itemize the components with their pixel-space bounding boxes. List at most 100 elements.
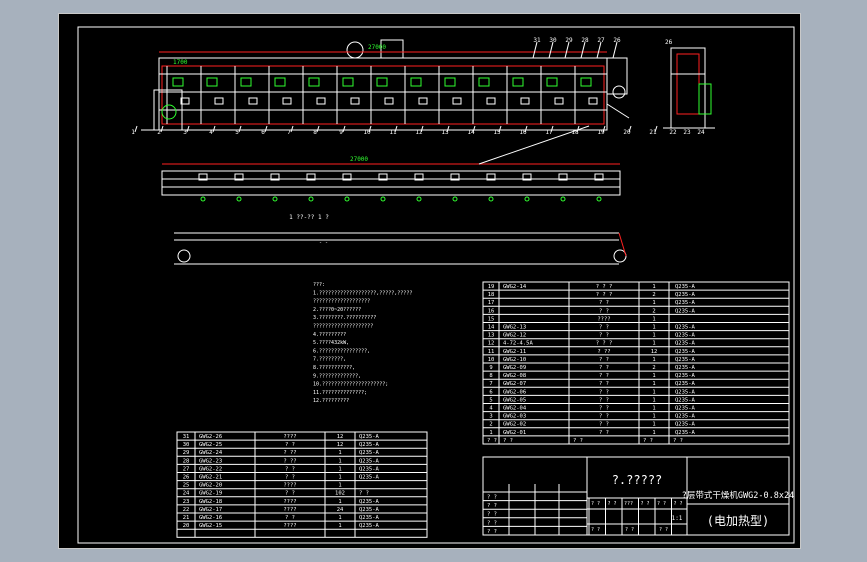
bom-right-mat: Q235-A <box>675 381 696 387</box>
bom-right-no: 4 <box>489 406 493 412</box>
heater-element <box>512 77 524 87</box>
plan-foot <box>596 196 602 202</box>
bom-left-code: GWG2-18 <box>199 499 222 505</box>
drawing-sheet: 27000 1700 1 2 3 4 5 6 7 8 9 10 11 12 13 14 15 16 17 18 19 20… <box>58 13 801 549</box>
leader-line <box>264 125 268 133</box>
bom-right-qty: 1 <box>652 397 655 403</box>
note-line: 11.??????????????; <box>313 390 367 396</box>
bom-left-mat: Q235-A <box>359 466 380 472</box>
plan-foot <box>524 196 530 202</box>
bom-left-no: 28 <box>183 458 190 464</box>
bom-left-name: ???? <box>283 499 296 505</box>
bom-right-header-qty: ? ? <box>643 438 653 444</box>
bom-right-name: ? ? <box>599 325 609 331</box>
leader-line <box>548 41 554 59</box>
bom-right-qty: 2 <box>652 308 655 314</box>
bom-right-no: 12 <box>488 341 495 347</box>
bom-left-mat: ? ? <box>359 491 369 497</box>
leader-line <box>580 41 586 59</box>
leader-line <box>596 41 602 59</box>
bom-right-code: GWG2-14 <box>503 284 527 290</box>
bom-right-mat: Q235-A <box>675 341 696 347</box>
callout-elev-6: 6 <box>261 129 265 136</box>
bom-left-qty: 1 <box>338 515 341 521</box>
bom-right-name: ? ? <box>599 333 609 339</box>
bom-right-name: ? ? ? <box>596 292 613 298</box>
elevation-view: 2700017001 2 3 4 5 6 7 8 9 10 11 12 13 14 15 16 17 18 19 20… <box>131 37 658 136</box>
cad-canvas: 2700017001 2 3 4 5 6 7 8 9 10 11 12 13 14 15 16 17 18 19 20… <box>77 26 795 544</box>
bom-right-no: 5 <box>489 397 492 403</box>
callout-top-27: 27 <box>597 37 605 44</box>
bom-left-qty: 12 <box>337 434 344 440</box>
callout-top-31: 31 <box>533 37 541 44</box>
bom-right-mat: Q235-A <box>675 373 696 379</box>
callout-elev-8: 8 <box>313 129 317 136</box>
dryer-frame <box>158 57 608 131</box>
bom-right-qty: 1 <box>652 316 655 322</box>
bom-right-qty: 1 <box>652 357 655 363</box>
title-block: ? ? ? ? ? ? ? ? ? ??.????? ? ? ? ???? ? ? ? ? ? ?… <box>482 456 794 536</box>
bom-right-code: GWG2-09 <box>503 365 526 371</box>
bom-left-name: ???? <box>283 507 296 513</box>
scale-label: ? ? <box>591 527 600 533</box>
bom-right-no: 11 <box>488 349 495 355</box>
heater-element <box>546 77 558 87</box>
fan-box <box>384 97 394 105</box>
callout-elev-3: 3 <box>183 129 187 136</box>
note-line: ???????????????????? <box>313 324 373 330</box>
bom-right-mat: Q235-A <box>675 389 696 395</box>
section-label: 1 ??-?? 1 ? <box>289 214 329 221</box>
leader-line <box>160 125 164 133</box>
bom-right-mat: Q235-A <box>675 430 696 436</box>
plan-foot <box>308 196 314 202</box>
callout-elev-1: 1 <box>131 129 135 136</box>
bom-left-no: 30 <box>183 442 190 448</box>
bom-left-no: 27 <box>183 466 190 472</box>
heater-element <box>410 77 422 87</box>
bom-left-name: ? ? <box>285 515 295 521</box>
callout-elev-4: 4 <box>209 129 213 136</box>
bom-left-mat: Q235-A <box>359 442 380 448</box>
callout-elev-14: 14 <box>467 129 475 136</box>
note-line: 4.????????? <box>313 332 346 338</box>
exhaust-fan <box>346 41 364 59</box>
callout-elev-17: 17 <box>545 129 553 136</box>
bom-right-qty: 1 <box>652 430 655 436</box>
fan-box <box>248 97 258 105</box>
bom-right-name: ? ? <box>599 430 609 436</box>
leader-line <box>612 41 618 59</box>
belt-dim <box>618 232 627 257</box>
leader-line <box>316 125 320 133</box>
bom-left-mat: Q235-A <box>359 434 380 440</box>
bom-left-qty: 1 <box>338 475 341 481</box>
plan-foot <box>200 196 206 202</box>
bom-right-header-code: ? ? <box>503 438 513 444</box>
bom-left-qty: 12 <box>337 442 344 448</box>
callout-side-26: 26 <box>665 39 673 46</box>
bom-right-code: GWG2-11 <box>503 349 526 355</box>
heater-element <box>240 77 252 87</box>
bom-right-no: 7 <box>489 381 492 387</box>
drawing-subtitle: (电加热型) <box>707 514 769 528</box>
bom-left-no: 25 <box>183 483 190 489</box>
bom-left-no: 20 <box>183 523 190 529</box>
sign-row: ? ? <box>487 503 497 509</box>
bom-right-no: 17 <box>488 300 495 306</box>
bom-right-qty: 1 <box>652 422 655 428</box>
callout-elev-5: 5 <box>235 129 239 136</box>
plan-foot <box>488 196 494 202</box>
mid-header: ? ? <box>674 501 683 507</box>
bom-right-mat: Q235-A <box>675 284 696 290</box>
fan-box <box>452 97 462 105</box>
bom-right-qty: 1 <box>652 414 655 420</box>
bom-left-code: GWG2-24 <box>199 450 223 456</box>
bom-left-mat: Q235-A <box>359 507 380 513</box>
technical-notes: ???: 1.???????????????????,?????,????????… <box>313 282 412 404</box>
dim-top-left: 1700 <box>173 59 188 66</box>
bom-right-qty: 2 <box>652 292 655 298</box>
plan-view: 27000 <box>161 125 621 202</box>
heater-element <box>580 77 592 87</box>
callout-elev-19: 19 <box>597 129 605 136</box>
bom-left-qty: 1 <box>338 483 341 489</box>
bom-left-code: GWG2-16 <box>199 515 222 521</box>
